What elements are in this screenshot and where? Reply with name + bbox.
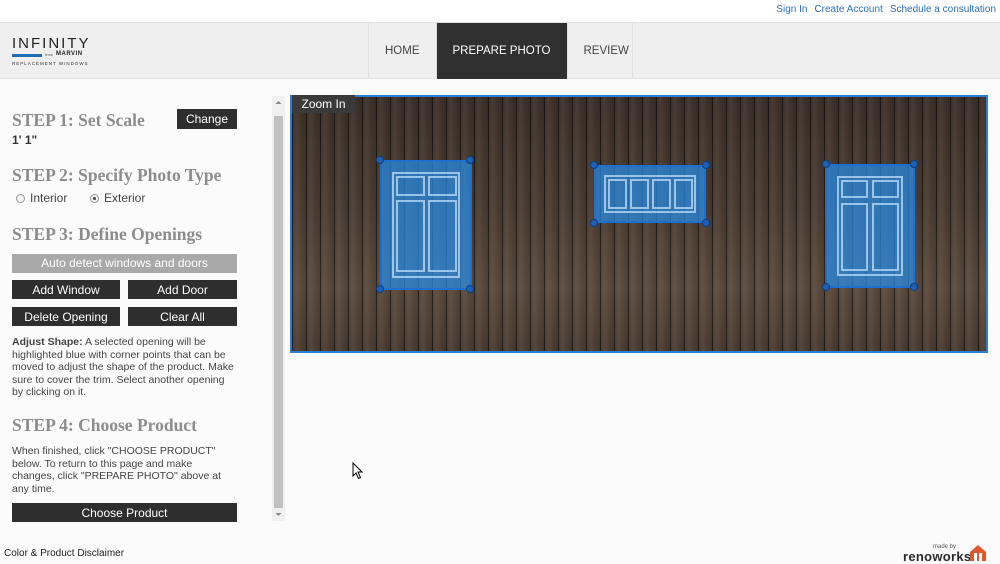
window-pane [396,176,425,196]
create-account-link[interactable]: Create Account [814,4,882,15]
step4-help: When finished, click "CHOOSE PRODUCT" be… [12,445,221,495]
choose-product-button[interactable]: Choose Product [12,503,237,522]
window-pane [608,179,627,209]
color-product-disclaimer-link[interactable]: Color & Product Disclaimer [4,548,124,559]
corner-handle[interactable] [590,219,598,227]
scrollbar-thumb[interactable] [274,116,283,508]
scale-value: 1' 1" [12,133,38,147]
site-header: INFINITY from MARVIN REPLACEMENT WINDOWS… [0,22,1000,79]
logo-blue-stripe [12,54,42,57]
mouse-cursor-icon [352,462,364,480]
adjust-shape-label: Adjust Shape: [12,336,83,348]
steps-panel: STEP 1: Set Scale Change 1' 1" STEP 2: S… [0,96,288,524]
change-scale-button[interactable]: Change [177,109,237,129]
radio-interior-dot[interactable] [16,193,25,203]
renoworks-house-icon [970,545,986,561]
window-pane [428,200,457,272]
step1-title: STEP 1: Set Scale [12,110,145,130]
logo-bar: from MARVIN [12,51,102,58]
panel-scrollbar[interactable] [272,96,285,521]
renoworks-wordmark: renoworks [903,549,972,564]
window-pane [872,203,899,271]
logo-subtitle: REPLACEMENT WINDOWS [12,61,89,66]
auto-detect-button[interactable]: Auto detect windows and doors [12,254,237,273]
corner-handle[interactable] [376,285,384,293]
radio-exterior-dot[interactable] [90,193,99,203]
adjust-shape-help: Adjust Shape: A selected opening will be… [12,336,238,399]
main-nav: HOME PREPARE PHOTO REVIEW [368,23,633,79]
renoworks-brand[interactable]: made by renoworks [903,544,993,564]
window-pane [872,180,899,198]
corner-handle[interactable] [466,156,474,164]
window-pane [841,203,868,271]
account-links: Sign In Create Account Schedule a consul… [776,4,996,15]
corner-handle[interactable] [376,156,384,164]
step3-title: STEP 3: Define Openings [12,224,203,244]
window-pane [396,200,425,272]
logo-wordmark: INFINITY [12,35,91,52]
logo-from: from [45,52,53,57]
tab-review[interactable]: REVIEW [566,23,633,79]
schedule-consultation-link[interactable]: Schedule a consultation [890,4,996,15]
corner-handle[interactable] [910,283,918,291]
logo-marvin: MARVIN [56,51,83,57]
delete-opening-button[interactable]: Delete Opening [12,307,120,326]
corner-handle[interactable] [822,283,830,291]
window-pane [841,180,868,198]
clear-all-button[interactable]: Clear All [128,307,237,326]
add-window-button[interactable]: Add Window [12,280,120,299]
top-bar: Sign In Create Account Schedule a consul… [0,0,1000,22]
add-door-button[interactable]: Add Door [128,280,237,299]
tab-prepare-photo[interactable]: PREPARE PHOTO [435,23,567,79]
radio-interior[interactable]: Interior [16,191,67,205]
infinity-logo[interactable]: INFINITY from MARVIN REPLACEMENT WINDOWS [12,35,102,71]
corner-handle[interactable] [702,161,710,169]
radio-exterior-label: Exterior [104,191,146,205]
radio-exterior[interactable]: Exterior [90,191,145,205]
photo-canvas[interactable] [290,95,988,353]
scroll-up-arrow-icon[interactable] [272,96,285,109]
scroll-down-arrow-icon[interactable] [272,508,285,521]
window-pane [652,179,671,209]
tab-home[interactable]: HOME [368,23,436,79]
step4-title: STEP 4: Choose Product [12,415,197,435]
window-pane [630,179,649,209]
step2-title: STEP 2: Specify Photo Type [12,165,222,185]
corner-handle[interactable] [822,160,830,168]
corner-handle[interactable] [466,285,474,293]
zoom-in-button[interactable]: Zoom In [292,95,355,113]
corner-handle[interactable] [590,161,598,169]
sign-in-link[interactable]: Sign In [776,4,807,15]
radio-interior-label: Interior [30,191,68,205]
corner-handle[interactable] [910,160,918,168]
window-pane [674,179,693,209]
window-opening[interactable] [825,164,915,288]
window-pane [428,176,457,196]
window-opening[interactable] [380,160,472,290]
corner-handle[interactable] [702,219,710,227]
window-opening[interactable] [594,165,706,223]
